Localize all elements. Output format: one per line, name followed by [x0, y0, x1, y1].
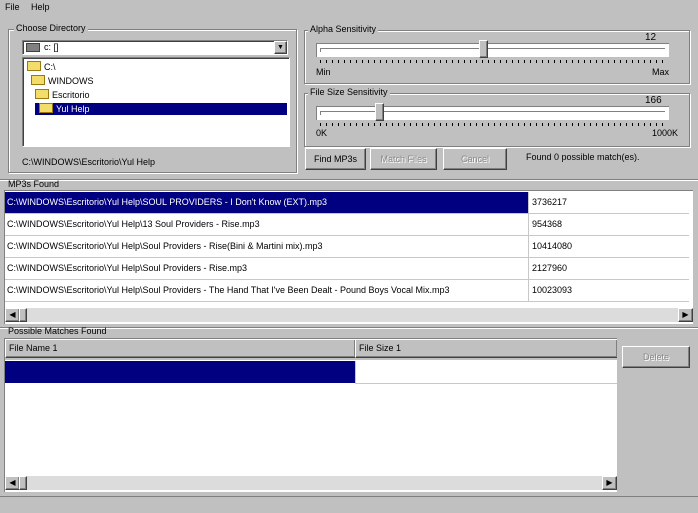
mp3s-list[interactable]: C:\WINDOWS\Escritorio\Yul Help\SOUL PROV… — [4, 190, 693, 324]
mp3-path: C:\WINDOWS\Escritorio\Yul Help\SOUL PROV… — [7, 197, 327, 207]
status-bar — [0, 497, 698, 513]
cancel-button[interactable]: Cancel — [443, 148, 507, 170]
matches-row-selected[interactable] — [5, 361, 355, 383]
file-size-ticks — [320, 123, 666, 126]
matches-row-cell[interactable] — [355, 361, 617, 384]
tree-item-escritorio[interactable]: Escritorio — [35, 89, 90, 101]
drive-value: c: [] — [44, 42, 59, 52]
table-row[interactable]: C:\WINDOWS\Escritorio\Yul Help\Soul Prov… — [5, 258, 689, 280]
scroll-thumb[interactable] — [19, 476, 27, 490]
column-header-file-size[interactable]: File Size 1 — [355, 339, 617, 358]
folder-tree[interactable]: C:\ WINDOWS Escritorio Yul Help — [22, 57, 290, 147]
mp3-path: C:\WINDOWS\Escritorio\Yul Help\Soul Prov… — [7, 285, 450, 295]
matches-hscrollbar[interactable]: ◀ ▶ — [5, 476, 617, 490]
table-row[interactable]: C:\WINDOWS\Escritorio\Yul Help\Soul Prov… — [5, 280, 689, 302]
mp3-path: C:\WINDOWS\Escritorio\Yul Help\Soul Prov… — [7, 263, 248, 273]
alpha-slider[interactable] — [316, 40, 670, 58]
drive-combo[interactable]: c: [] ▼ — [22, 40, 288, 55]
mp3-size: 10023093 — [532, 285, 573, 295]
alpha-sensitivity-title: Alpha Sensitivity — [308, 24, 379, 34]
match-files-button[interactable]: Match Files — [370, 148, 437, 170]
file-size-slider-thumb[interactable] — [375, 103, 384, 121]
table-row[interactable]: C:\WINDOWS\Escritorio\Yul Help\SOUL PROV… — [5, 192, 689, 214]
chevron-down-icon[interactable]: ▼ — [274, 41, 287, 54]
open-folder-icon — [35, 89, 49, 99]
mp3-path: C:\WINDOWS\Escritorio\Yul Help\13 Soul P… — [7, 219, 260, 229]
menu-file[interactable]: File — [5, 2, 20, 12]
possible-matches-title: Possible Matches Found — [8, 326, 107, 336]
menu-help[interactable]: Help — [31, 2, 50, 12]
matches-grid[interactable]: File Name 1 File Size 1 ◀ ▶ — [4, 338, 617, 492]
mp3-path: C:\WINDOWS\Escritorio\Yul Help\Soul Prov… — [7, 241, 323, 251]
tree-item-yul-help[interactable]: Yul Help — [35, 103, 287, 115]
alpha-min-label: Min — [316, 67, 331, 77]
mp3s-found-title: MP3s Found — [8, 179, 60, 189]
mp3-size: 954368 — [532, 219, 563, 229]
status-text: Found 0 possible match(es). — [526, 152, 640, 162]
scroll-right-icon[interactable]: ▶ — [678, 308, 693, 322]
find-mp3s-button[interactable]: Find MP3s — [305, 148, 366, 170]
scroll-left-icon[interactable]: ◀ — [5, 476, 20, 490]
drive-icon — [26, 43, 40, 52]
open-folder-icon — [31, 75, 45, 85]
choose-directory-title: Choose Directory — [14, 23, 88, 33]
alpha-max-label: Max — [652, 67, 670, 77]
scroll-thumb[interactable] — [19, 308, 27, 322]
alpha-ticks — [320, 60, 666, 63]
open-folder-icon — [39, 103, 53, 113]
mp3s-hscrollbar[interactable]: ◀ ▶ — [5, 308, 693, 322]
table-row[interactable]: C:\WINDOWS\Escritorio\Yul Help\Soul Prov… — [5, 236, 689, 258]
scroll-right-icon[interactable]: ▶ — [602, 476, 617, 490]
column-header-file-name[interactable]: File Name 1 — [5, 339, 356, 358]
current-path: C:\WINDOWS\Escritorio\Yul Help — [22, 157, 156, 167]
tree-item-c-drive[interactable]: C:\ — [27, 61, 56, 73]
tree-item-windows[interactable]: WINDOWS — [31, 75, 94, 87]
mp3-size: 3736217 — [532, 197, 568, 207]
mp3-size: 10414080 — [532, 241, 573, 251]
file-size-max-label: 1000K — [652, 128, 679, 138]
scroll-left-icon[interactable]: ◀ — [5, 308, 20, 322]
table-row[interactable]: C:\WINDOWS\Escritorio\Yul Help\13 Soul P… — [5, 214, 689, 236]
alpha-slider-thumb[interactable] — [479, 40, 488, 58]
file-size-slider[interactable] — [316, 103, 670, 121]
file-size-sensitivity-title: File Size Sensitivity — [308, 87, 390, 97]
mp3-size: 2127960 — [532, 263, 568, 273]
open-folder-icon — [27, 61, 41, 71]
menu-bar: File Help — [0, 0, 698, 16]
delete-button[interactable]: Delete — [622, 346, 690, 368]
file-size-min-label: 0K — [316, 128, 328, 138]
